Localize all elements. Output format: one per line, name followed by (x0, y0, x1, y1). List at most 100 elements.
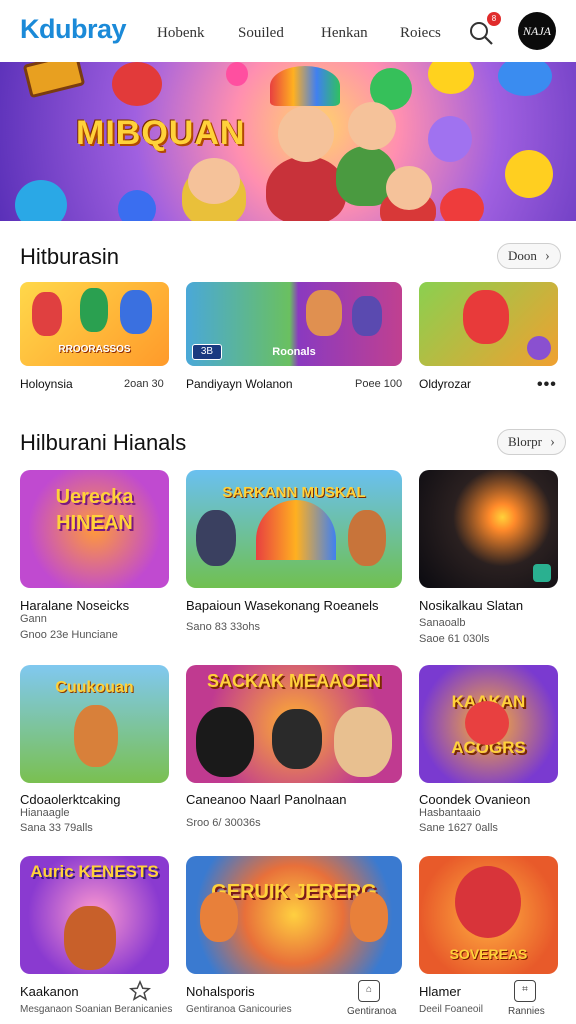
thumbnail-1[interactable]: RROORASSOS (20, 282, 169, 366)
card-meta-5: Sroo 6/ 30036s (186, 817, 261, 829)
character-face (348, 102, 396, 150)
card-title-6: Coondek Ovanieon (419, 792, 531, 807)
card-title-3: Nosikalkau Slatan (419, 598, 524, 613)
gift-box-decoration (22, 62, 86, 99)
character-figure (350, 892, 388, 942)
character-figure (455, 866, 521, 938)
card-title-7: Kaakanon (20, 984, 79, 999)
game-card-7[interactable]: Auric KENESTS (20, 856, 169, 974)
character-figure (200, 892, 238, 942)
section-title-1: Hitburasin (20, 244, 120, 269)
thumbnail-meta-1: 2oan 30 (124, 378, 164, 390)
card-subtitle-7: Mesganaon Soanian Beranicanies (20, 1004, 173, 1015)
card-art-text: Auric KENESTS (30, 862, 159, 881)
character-figure (352, 296, 382, 336)
balloon-decoration (428, 116, 472, 162)
thumbnail-3[interactable] (419, 282, 558, 366)
notification-badge[interactable]: 8 (487, 12, 501, 26)
nav-item-1[interactable]: Hobenk (157, 25, 205, 42)
chevron-right-icon: › (549, 434, 555, 450)
gem-decoration (527, 336, 551, 360)
card-art-text: Cuukouan (55, 679, 134, 696)
thumbnail-label-3: Oldyrozar (419, 377, 472, 391)
card-art-text: SACKAK MEAAOEN (206, 671, 381, 691)
card-subtitle-9: Deeil Foaneoil (419, 1004, 483, 1015)
card-meta-6: Sane 1627 0alls (419, 822, 498, 834)
card-title-5: Caneanoo Naarl Panolnaan (186, 792, 347, 807)
see-more-button-1[interactable]: Doon › (497, 243, 561, 269)
card-subtitle-1: Gann (20, 613, 47, 625)
game-card-3[interactable] (419, 470, 558, 588)
card-title-8: Nohalsporis (186, 984, 255, 999)
game-card-5[interactable]: SACKAK MEAAOEN (186, 665, 402, 783)
character-face (278, 106, 334, 162)
rainbow-decoration (256, 500, 336, 560)
character-figure (64, 906, 116, 970)
more-options-icon[interactable]: ••• (537, 376, 557, 394)
card-title-4: Cdoaolerktcaking (20, 792, 121, 807)
card-title-1: Haralane Noseicks (20, 598, 130, 613)
character-figure (74, 705, 118, 767)
character-face (188, 158, 240, 204)
balloon-decoration (118, 190, 156, 221)
bottom-nav-label-bookmark: Rannies (508, 1006, 545, 1017)
card-art-text: Uerecka HINEAN (55, 486, 134, 534)
character-figure (465, 701, 509, 745)
balloon-decoration (498, 62, 552, 96)
character-face (386, 166, 432, 210)
character-figure (272, 709, 322, 769)
card-subtitle-6: Hasbantaaio (419, 807, 481, 819)
character-figure (80, 288, 108, 332)
nav-item-2[interactable]: Souiled (238, 25, 284, 42)
bookmark-icon[interactable]: ⌗ (514, 980, 536, 1002)
card-art-text: SARKANN MUSKAL (222, 484, 366, 501)
game-card-9[interactable]: SOVEREAS (419, 856, 558, 974)
see-more-label: Blorpr (508, 434, 542, 449)
character-figure (348, 510, 386, 566)
star-icon[interactable] (129, 980, 151, 1002)
balloon-decoration (440, 188, 484, 221)
character-figure (32, 292, 62, 336)
character-figure (196, 510, 236, 566)
thumbnail-art-text: Roonals (272, 346, 316, 358)
nav-item-4[interactable]: Roiecs (400, 25, 441, 42)
hero-banner[interactable]: MIBQUAN (0, 62, 576, 221)
game-card-1[interactable]: Uerecka HINEAN (20, 470, 169, 588)
character-figure (306, 290, 342, 336)
card-meta-1: Gnoo 23e Hunciane (20, 629, 118, 641)
balloon-decoration (226, 62, 248, 86)
user-avatar[interactable]: NAJA (518, 12, 556, 50)
character-figure (196, 707, 254, 777)
section-title-2: Hilburani Hianals (20, 430, 187, 455)
card-meta-3: Saoe 61 030ls (419, 633, 490, 645)
card-title-9: Hlamer (419, 984, 461, 999)
see-more-label: Doon (508, 248, 537, 263)
thumbnail-meta-2: Poee 100 (355, 378, 403, 390)
balloon-decoration (15, 180, 67, 221)
nav-item-3[interactable]: Henkan (321, 25, 368, 42)
app-logo[interactable]: Kdubray (20, 14, 127, 45)
card-meta-4: Sana 33 79alls (20, 822, 93, 834)
play-icon[interactable] (533, 564, 551, 582)
character-figure (463, 290, 509, 344)
top-header: Kdubray Hobenk Souiled Henkan Roiecs 8 N… (0, 0, 576, 62)
card-subtitle-3: Sanaoalb (419, 617, 466, 629)
game-card-8[interactable]: GERUIK JERERG (186, 856, 402, 974)
chevron-right-icon: › (544, 248, 550, 264)
card-title-2: Bapaioun Wasekonang Roeanels (186, 598, 379, 613)
game-card-6[interactable]: KAAKAN ACOGRS (419, 665, 558, 783)
card-subtitle-8: Gentiranoa Ganicouries (186, 1004, 292, 1015)
card-art-text: SOVEREAS (449, 946, 528, 962)
game-card-2[interactable]: SARKANN MUSKAL (186, 470, 402, 588)
thumbnail-2[interactable]: 3B Roonals (186, 282, 402, 366)
balloon-decoration (505, 150, 553, 198)
see-more-button-2[interactable]: Blorpr › (497, 429, 566, 455)
hero-title: MIBQUAN (76, 114, 246, 152)
character-figure (120, 290, 152, 334)
character-figure (266, 156, 346, 221)
home-icon[interactable]: ⌂ (358, 980, 380, 1002)
character-headdress (270, 66, 340, 106)
game-card-4[interactable]: Cuukouan (20, 665, 169, 783)
thumbnail-label-1: Holoynsia (20, 377, 73, 391)
thumbnail-label-2: Pandiyayn Wolanon (186, 377, 293, 391)
